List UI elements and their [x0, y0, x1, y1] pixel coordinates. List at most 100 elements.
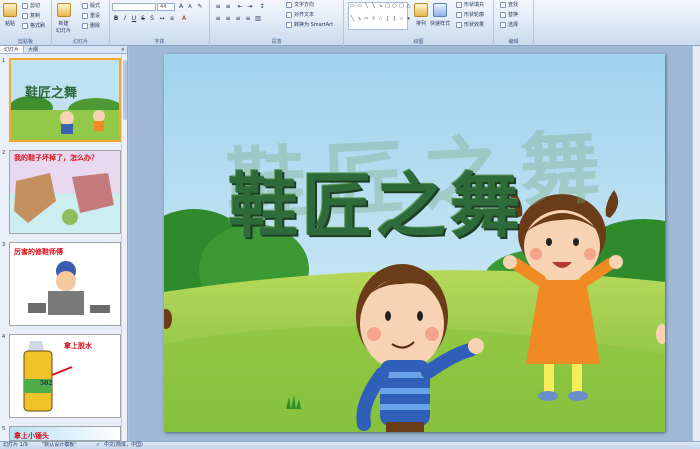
slide-title[interactable]: 鞋匠之舞 [228, 150, 524, 251]
font-name-combo[interactable] [112, 3, 156, 11]
clear-format-icon[interactable]: ✎ [196, 3, 204, 11]
shape-outline-button[interactable]: 形状轮廓 [456, 11, 484, 18]
strikethrough-icon[interactable]: S [139, 15, 147, 23]
paragraph-group-label: 段落 [271, 39, 282, 45]
star-shape-icon[interactable]: ☆ [378, 16, 383, 22]
line-shape-icon[interactable]: ╲ [364, 4, 369, 9]
spellcheck-icon[interactable]: ✓ [96, 442, 100, 449]
slide-thumbnail[interactable]: 我的鞋子坏掉了，怎么办？ [9, 150, 121, 234]
bold-icon[interactable]: B [112, 15, 120, 23]
slide-counter: 幻灯片 1/9 [3, 442, 28, 448]
shape-effects-button[interactable]: 形状效果 [456, 21, 484, 28]
scissors-icon [22, 2, 28, 9]
slide-number: 4 [2, 334, 6, 340]
layout-icon [82, 2, 88, 9]
format-painter-button[interactable]: 格式刷 [22, 22, 45, 29]
slide-vertical-scrollbar[interactable] [692, 46, 700, 441]
justify-icon[interactable]: ≡ [244, 15, 252, 23]
grow-font-icon[interactable]: A [177, 3, 185, 11]
thumb-caption: 鞋匠之舞 [25, 86, 78, 101]
quick-styles-icon [433, 3, 447, 17]
paste-button[interactable]: 粘贴 [3, 3, 17, 27]
slide-thumbnail[interactable]: 拿上小锤头 [9, 426, 121, 441]
smartart-icon [286, 21, 292, 28]
close-pane-icon[interactable]: × [121, 46, 127, 53]
cursor-icon [500, 21, 506, 28]
editing-group-label: 编辑 [508, 39, 519, 45]
oval-shape-icon[interactable]: ○ [392, 4, 397, 9]
slide-thumbnail[interactable]: 厉害的修鞋师傅 [9, 242, 121, 326]
curve-shape-icon[interactable]: ∿ [357, 16, 362, 22]
align-right-icon[interactable]: ≡ [234, 15, 242, 23]
line-shape-icon[interactable]: ╲ [350, 16, 355, 22]
cut-button[interactable]: 剪切 [22, 2, 40, 9]
star-shape-icon[interactable]: ☆ [399, 16, 404, 22]
delete-slide-button[interactable]: 删除 [82, 22, 100, 29]
quick-styles-button[interactable]: 快速样式 [430, 3, 450, 27]
line-spacing-icon[interactable]: ↕ [258, 3, 266, 11]
copy-button[interactable]: 复制 [22, 12, 40, 19]
arrange-button[interactable]: 排列 [414, 3, 428, 27]
arrow-shape-icon[interactable]: ↘ [378, 4, 383, 9]
font-size-combo[interactable]: 44 [157, 3, 175, 11]
more-shapes-icon[interactable]: ▾ [406, 16, 411, 22]
tab-outline[interactable]: 大纲 [24, 46, 42, 53]
copy-icon [22, 12, 28, 19]
replace-button[interactable]: 替换 [500, 11, 518, 18]
char-spacing-icon[interactable]: ↔ [158, 15, 166, 23]
shapes-gallery[interactable]: ▭ ▭ ╲ ╲ ↘ □ ○ □ △ ╲ ∿ ⇨ ⇧ ☆{} ☆ ▾ [348, 2, 411, 30]
columns-icon[interactable]: ▥ [254, 15, 262, 23]
find-button[interactable]: 查找 [500, 1, 518, 8]
underline-icon[interactable]: U [130, 15, 138, 23]
triangle-shape-icon[interactable]: △ [406, 4, 411, 9]
decrease-indent-icon[interactable]: ⇤ [236, 3, 244, 11]
line-shape-icon[interactable]: ╲ [371, 4, 376, 9]
effects-icon [456, 21, 462, 28]
slides-group-label: 幻灯片 [72, 39, 88, 45]
italic-icon[interactable]: I [121, 15, 129, 23]
brace-shape-icon[interactable]: } [392, 16, 397, 22]
arrow-shape-icon[interactable]: ⇨ [364, 16, 369, 22]
thumb-caption: 厉害的修鞋师傅 [14, 247, 63, 256]
pane-scroll-thumb[interactable] [123, 60, 127, 120]
text-direction-button[interactable]: 文字方向 [286, 1, 314, 8]
align-center-icon[interactable]: ≡ [224, 15, 232, 23]
shadow-icon[interactable]: S [148, 15, 156, 23]
bullets-icon[interactable]: ≡ [214, 3, 222, 11]
smartart-button[interactable]: 转换为 SmartArt [286, 21, 333, 28]
slide-thumbnail[interactable]: 502 拿上胶水 [9, 334, 121, 418]
select-button[interactable]: 选择 [500, 21, 518, 28]
arrange-icon [414, 3, 428, 17]
change-case-icon[interactable]: a [168, 15, 176, 23]
paste-icon [3, 3, 17, 17]
reset-button[interactable]: 重设 [82, 12, 100, 19]
tab-slides[interactable]: 幻灯片 [0, 46, 25, 53]
rect-shape-icon[interactable]: □ [399, 4, 404, 9]
arrow-shape-icon[interactable]: ⇧ [371, 16, 376, 22]
delete-icon [82, 22, 88, 29]
brace-shape-icon[interactable]: { [385, 16, 390, 22]
increase-indent-icon[interactable]: ⇥ [246, 3, 254, 11]
drawing-group-label: 绘图 [413, 39, 424, 45]
slide-number: 5 [2, 426, 6, 432]
numbering-icon[interactable]: ≡ [224, 3, 232, 11]
replace-icon [500, 11, 506, 18]
pane-scrollbar[interactable] [121, 54, 127, 441]
pane-tabs: 幻灯片 大纲 × [0, 46, 127, 54]
font-color-icon[interactable]: A [180, 15, 188, 23]
align-left-icon[interactable]: ≡ [214, 15, 222, 23]
align-text-button[interactable]: 对齐文本 [286, 11, 314, 18]
outline-icon [456, 11, 462, 18]
textbox-shape-icon[interactable]: ▭ [350, 4, 355, 9]
current-slide[interactable]: 鞋匠之舞 鞋匠之舞 [164, 54, 665, 432]
shape-fill-button[interactable]: 形状填充 [456, 1, 484, 8]
layout-button[interactable]: 版式 [82, 2, 100, 9]
rect-shape-icon[interactable]: □ [385, 4, 390, 9]
slide-number: 1 [2, 58, 6, 64]
new-slide-button[interactable]: 新建 幻灯片 [56, 3, 71, 34]
slide-thumbnail[interactable]: 鞋匠之舞 [9, 58, 121, 142]
binoculars-icon [500, 1, 506, 8]
shrink-font-icon[interactable]: A [186, 3, 194, 11]
status-bar: 幻灯片 1/9 "默认设计模板" ✓ 中文(简体，中国) [0, 441, 700, 449]
rect-shape-icon[interactable]: ▭ [357, 4, 362, 9]
